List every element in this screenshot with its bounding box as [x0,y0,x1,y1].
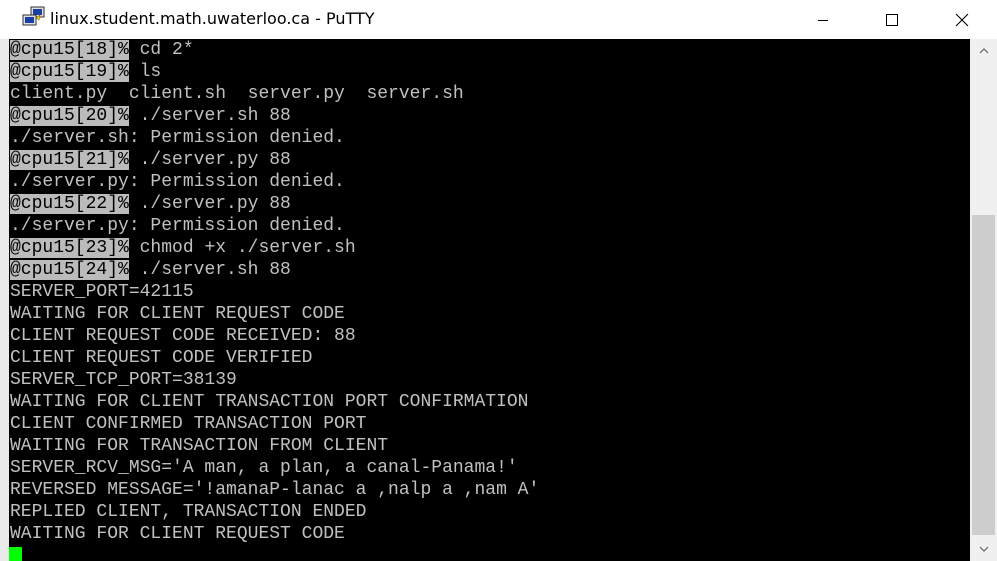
terminal-output-line: CLIENT REQUEST CODE RECEIVED: 88 [10,325,356,347]
terminal-output-line: WAITING FOR CLIENT TRANSACTION PORT CONF… [10,391,528,413]
command-text: ./server.sh 88 [128,260,291,280]
terminal-command-line: @cpu15[22]% ./server.py 88 [10,193,291,215]
window-title: linux.student.math.uwaterloo.ca - PuTTY [50,9,375,28]
title-bar[interactable]: linux.student.math.uwaterloo.ca - PuTTY [0,0,997,39]
scrollbar-thumb[interactable] [972,215,995,535]
output-text: CLIENT REQUEST CODE VERIFIED [10,348,313,368]
terminal-command-line: @cpu15[18]% cd 2* [10,39,194,61]
close-icon [955,13,969,26]
shell-prompt: @cpu15[23]% [10,238,129,258]
terminal-command-line: @cpu15[20]% ./server.sh 88 [10,105,291,127]
output-text: WAITING FOR CLIENT REQUEST CODE [10,524,345,544]
window-border [0,39,9,561]
terminal-output-line: client.py client.sh server.py server.sh [10,83,464,105]
command-text: ./server.sh 88 [128,106,291,126]
command-text: chmod +x ./server.sh [128,238,356,258]
output-text: SERVER_PORT=42115 [10,282,194,302]
scroll-up-button[interactable] [970,39,997,63]
maximize-icon [886,13,898,26]
terminal-output-line: SERVER_PORT=42115 [10,281,194,303]
shell-prompt: @cpu15[22]% [10,194,129,214]
vertical-scrollbar[interactable] [970,39,997,561]
putty-icon[interactable] [22,6,46,28]
scroll-down-button[interactable] [970,537,997,561]
output-text: REPLIED CLIENT, TRANSACTION ENDED [10,502,367,522]
terminal-output-line: WAITING FOR CLIENT REQUEST CODE [10,523,345,545]
command-text: ls [128,62,162,82]
terminal-command-line: @cpu15[21]% ./server.py 88 [10,149,291,171]
terminal-output-line: SERVER_RCV_MSG='A man, a plan, a canal-P… [10,457,518,479]
chevron-down-icon [979,546,988,552]
shell-prompt: @cpu15[24]% [10,260,129,280]
output-text: SERVER_TCP_PORT=38139 [10,370,237,390]
output-text: ./server.py: Permission denied. [10,172,345,192]
command-text: cd 2* [128,40,194,60]
output-text: WAITING FOR CLIENT REQUEST CODE [10,304,345,324]
terminal-output-line: ./server.sh: Permission denied. [10,127,345,149]
terminal-output-line: SERVER_TCP_PORT=38139 [10,369,237,391]
terminal-output-line: CLIENT CONFIRMED TRANSACTION PORT [10,413,366,435]
output-text: WAITING FOR CLIENT TRANSACTION PORT CONF… [10,392,529,412]
chevron-up-icon [979,48,988,54]
terminal-output-line: WAITING FOR TRANSACTION FROM CLIENT [10,435,388,457]
terminal-output-line: WAITING FOR CLIENT REQUEST CODE [10,303,345,325]
terminal-cursor [9,547,22,561]
shell-prompt: @cpu15[19]% [10,62,129,82]
output-text: WAITING FOR TRANSACTION FROM CLIENT [10,436,389,456]
shell-prompt: @cpu15[21]% [10,150,129,170]
command-text: ./server.py 88 [128,194,291,214]
terminal-output-line: CLIENT REQUEST CODE VERIFIED [10,347,312,369]
output-text: client.py client.sh server.py server.sh [10,84,464,104]
shell-prompt: @cpu15[18]% [10,40,129,60]
output-text: ./server.py: Permission denied. [10,216,345,236]
maximize-button[interactable] [869,0,915,39]
output-text: SERVER_RCV_MSG='A man, a plan, a canal-P… [10,458,518,478]
command-text: ./server.py 88 [128,150,291,170]
close-button[interactable] [939,0,985,39]
output-text: CLIENT CONFIRMED TRANSACTION PORT [10,414,367,434]
output-text: CLIENT REQUEST CODE RECEIVED: 88 [10,326,356,346]
terminal-output-line: ./server.py: Permission denied. [10,171,345,193]
terminal-output-line: ./server.py: Permission denied. [10,215,345,237]
terminal-command-line: @cpu15[19]% ls [10,61,161,83]
minimize-icon [818,19,828,21]
output-text: ./server.sh: Permission denied. [10,128,345,148]
terminal-area[interactable]: @cpu15[18]% cd 2* @cpu15[19]% ls client.py… [9,39,970,561]
shell-prompt: @cpu15[20]% [10,106,129,126]
minimize-button[interactable] [800,0,846,39]
terminal-output-line: REPLIED CLIENT, TRANSACTION ENDED [10,501,366,523]
terminal-command-line: @cpu15[24]% ./server.sh 88 [10,259,291,281]
terminal-command-line: @cpu15[23]% chmod +x ./server.sh [10,237,356,259]
terminal-output-line: REVERSED MESSAGE='!amanaP-lanac a ,nalp … [10,479,539,501]
output-text: REVERSED MESSAGE='!amanaP-lanac a ,nalp … [10,480,540,500]
